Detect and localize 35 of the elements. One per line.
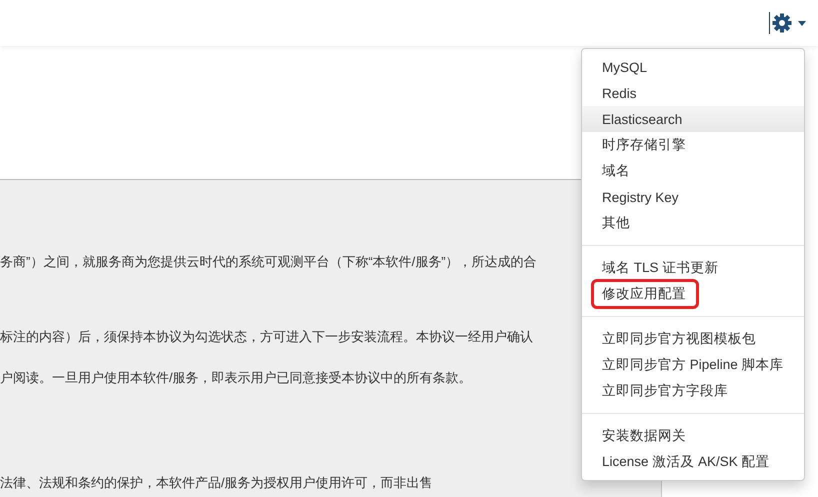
- menu-item[interactable]: 立即同步官方视图模板包: [582, 326, 804, 352]
- menu-item-label: Registry Key: [602, 188, 679, 207]
- menu-item[interactable]: 时序存储引擎: [582, 132, 804, 158]
- menu-item-label: 立即同步官方字段库: [602, 382, 728, 400]
- menu-item[interactable]: Elasticsearch: [582, 106, 804, 132]
- menu-item[interactable]: 安装数据网关: [582, 423, 804, 449]
- menu-item[interactable]: Registry Key: [582, 184, 804, 210]
- agreement-text: 户阅读。一旦用户使用本软件/服务，即表示用户已同意接受本协议中的所有条款。: [0, 370, 472, 385]
- menu-item-label: MySQL: [602, 58, 648, 77]
- menu-item-label: 其他: [602, 214, 630, 232]
- menu-item[interactable]: 其他: [582, 210, 804, 236]
- menu-item[interactable]: 域名 TLS 证书更新: [582, 255, 804, 281]
- menu-item[interactable]: 修改应用配置: [582, 281, 804, 307]
- menu-item[interactable]: 立即同步官方字段库: [582, 378, 804, 404]
- settings-button[interactable]: [769, 12, 806, 34]
- menu-item-label: 立即同步官方 Pipeline 脚本库: [602, 356, 784, 374]
- menu-item-label: 域名 TLS 证书更新: [602, 259, 718, 277]
- menu-item[interactable]: 立即同步官方 Pipeline 脚本库: [582, 352, 804, 378]
- menu-item[interactable]: MySQL: [582, 54, 804, 80]
- settings-icon: [772, 13, 792, 33]
- menu-item[interactable]: License 激活及 AK/SK 配置: [582, 449, 804, 475]
- menu-item[interactable]: Redis: [582, 80, 804, 106]
- menu-item-label: Elasticsearch: [602, 110, 682, 128]
- menu-item-label: 时序存储引擎: [602, 136, 686, 154]
- agreement-text: 法律、法规和条约的保护，本软件产品/服务为授权用户使用许可，而非出售: [0, 475, 433, 490]
- menu-item-label: Redis: [602, 84, 637, 102]
- menu-item-label: 立即同步官方视图模板包: [602, 330, 756, 348]
- menu-item[interactable]: 域名: [582, 158, 804, 184]
- caret-icon: [798, 20, 806, 26]
- highlight-frame: 修改应用配置: [594, 282, 696, 306]
- agreement-text: 务商”）之间，就服务商为您提供云时代的系统可观测平台（下称“本软件/服务”），所达成的合: [0, 254, 537, 269]
- menu-item-label: License 激活及 AK/SK 配置: [602, 453, 770, 471]
- menu-item-label: 安装数据网关: [602, 427, 686, 445]
- menu-item-label: 域名: [602, 162, 630, 180]
- agreement-text: 标注的内容）后，须保持本协议为勾选状态，方可进入下一步安装流程。本协议一经用户确认: [0, 329, 533, 344]
